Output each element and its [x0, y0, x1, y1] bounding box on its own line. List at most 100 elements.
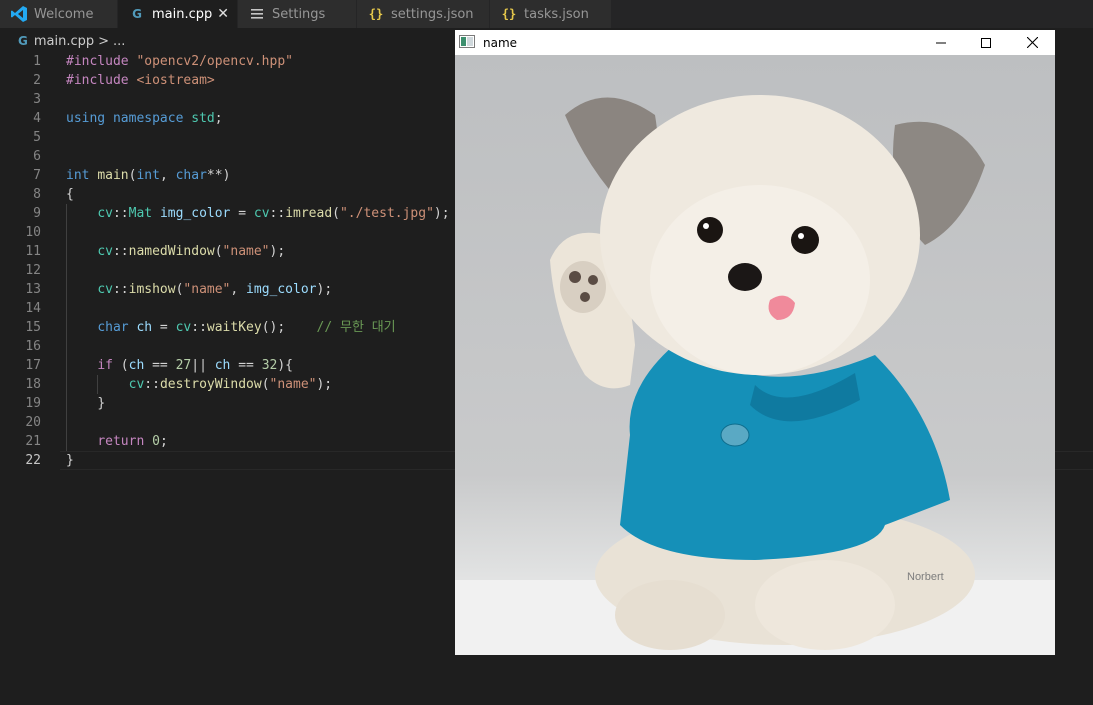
line-number: 2 [33, 73, 41, 88]
line-number: 22 [25, 453, 41, 468]
keyword: char [175, 168, 207, 183]
chevron-right-icon: > [98, 33, 110, 49]
settings-list-icon [248, 9, 266, 19]
include-directive: #include [66, 73, 129, 88]
close-icon[interactable]: ✕ [217, 6, 229, 22]
line-number: 7 [33, 168, 41, 183]
function-name: imread [285, 206, 333, 221]
namespace-name: cv [97, 206, 113, 221]
line-number: 21 [25, 434, 41, 449]
include-directive: #include [66, 54, 129, 69]
punctuation: ); [269, 244, 286, 259]
punctuation: ** [206, 168, 223, 183]
line-number: 3 [33, 92, 41, 107]
string-literal: "name" [183, 282, 231, 297]
line-number: 12 [25, 263, 41, 278]
line-number: 1 [33, 54, 41, 69]
punctuation: ); [316, 377, 333, 392]
punctuation: :: [269, 206, 286, 221]
punctuation: ( [214, 244, 223, 259]
variable: ch [136, 320, 153, 335]
brace: } [66, 453, 74, 468]
cpp-file-icon: G [132, 7, 142, 21]
breadcrumb-more[interactable]: ... [113, 34, 125, 49]
close-icon[interactable] [1009, 30, 1055, 55]
brace: } [97, 396, 106, 411]
punctuation: :: [112, 206, 129, 221]
tab-label: settings.json [391, 6, 474, 22]
editor-tab-bar: Welcome G main.cpp ✕ Settings {} setting… [0, 0, 1093, 28]
keyword: namespace [112, 111, 184, 126]
tab-label: main.cpp [152, 6, 213, 22]
line-number: 15 [25, 320, 41, 335]
line-number: 13 [25, 282, 41, 297]
window-app-icon [459, 34, 475, 51]
json-braces-icon: {} [368, 7, 384, 21]
namespace-name: std [191, 111, 215, 126]
code-comment: // 무한 대기 [316, 320, 396, 335]
type-name: Mat [128, 206, 153, 221]
number-literal: 0 [152, 434, 160, 449]
punctuation: ; [214, 111, 223, 126]
namespace-name: cv [97, 244, 113, 259]
line-number: 19 [25, 396, 41, 411]
punctuation: ) [222, 168, 231, 183]
tab-label: Welcome [34, 6, 94, 22]
punctuation: ; [159, 434, 168, 449]
keyword: int [66, 168, 90, 183]
line-number: 14 [25, 301, 41, 316]
punctuation: ( [332, 206, 340, 221]
opencv-image-window[interactable]: name Norbert [455, 30, 1055, 655]
tab-tasks-json[interactable]: {} tasks.json [490, 0, 612, 28]
tab-label: Settings [272, 6, 326, 22]
window-title-bar[interactable]: name [455, 30, 1055, 55]
variable: img_color [159, 206, 231, 221]
namespace-name: cv [175, 320, 192, 335]
line-number: 9 [33, 206, 41, 221]
line-number: 17 [25, 358, 41, 373]
punctuation: ); [316, 282, 333, 297]
watermark-text: Norbert [907, 571, 944, 583]
line-number: 20 [25, 415, 41, 430]
namespace-name: cv [128, 377, 145, 392]
keyword: if [97, 358, 113, 373]
tab-settings[interactable]: Settings [238, 0, 357, 28]
cpp-file-icon: G [18, 34, 28, 48]
function-name: main [97, 168, 129, 183]
namespace-name: cv [97, 282, 113, 297]
dog-photo: Norbert [455, 55, 1055, 655]
breadcrumb-file[interactable]: main.cpp [34, 34, 94, 49]
punctuation: (); [261, 320, 286, 335]
punctuation: ){ [277, 358, 294, 373]
keyword: char [97, 320, 129, 335]
function-name: destroyWindow [159, 377, 262, 392]
tab-welcome[interactable]: Welcome [0, 0, 118, 28]
include-path: <iostream> [136, 73, 215, 88]
punctuation: , [230, 282, 247, 297]
namespace-name: cv [253, 206, 270, 221]
minimize-icon[interactable] [918, 30, 964, 55]
line-number: 11 [25, 244, 41, 259]
punctuation: ); [433, 206, 450, 221]
variable: ch [128, 358, 145, 373]
variable: ch [214, 358, 231, 373]
keyword: using [66, 111, 106, 126]
operator: = [230, 206, 254, 221]
tab-settings-json[interactable]: {} settings.json [357, 0, 490, 28]
operator: = [152, 320, 176, 335]
line-number: 4 [33, 111, 41, 126]
punctuation: :: [144, 377, 160, 392]
function-name: namedWindow [128, 244, 215, 259]
line-number: 8 [33, 187, 41, 202]
keyword: int [136, 168, 160, 183]
punctuation: , [159, 168, 176, 183]
brace: { [66, 187, 74, 202]
window-title: name [483, 35, 518, 50]
tab-main-cpp[interactable]: G main.cpp ✕ [118, 0, 238, 28]
operator: == [144, 358, 176, 373]
vscode-logo-icon [10, 5, 28, 23]
punctuation: :: [112, 244, 129, 259]
line-number: 16 [25, 339, 41, 354]
maximize-icon[interactable] [963, 30, 1009, 55]
string-literal: "name" [222, 244, 270, 259]
